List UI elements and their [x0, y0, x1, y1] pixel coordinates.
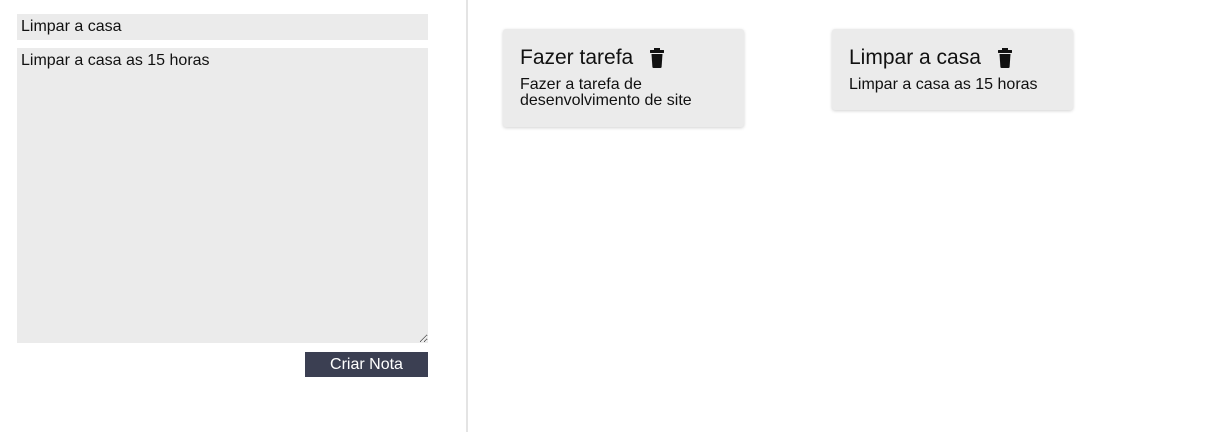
note-title: Fazer tarefa	[520, 46, 634, 69]
note-header: Limpar a casa	[849, 45, 1057, 71]
note-body-textarea[interactable]: Limpar a casa as 15 horas	[17, 48, 428, 343]
note-card: Fazer tarefa Fazer a tarefa de desenvolv…	[503, 29, 744, 127]
note-title: Limpar a casa	[849, 46, 981, 69]
trash-icon[interactable]	[997, 48, 1013, 68]
note-header: Fazer tarefa	[520, 45, 728, 71]
note-form-panel: Limpar a casa as 15 horas Criar Nota	[0, 0, 468, 432]
trash-icon[interactable]	[649, 48, 665, 68]
notes-app: Limpar a casa as 15 horas Criar Nota Faz…	[0, 0, 1232, 432]
note-card: Limpar a casa Limpar a casa as 15 horas	[832, 29, 1073, 110]
note-title-input[interactable]	[17, 14, 428, 40]
note-body: Limpar a casa as 15 horas	[849, 76, 1038, 93]
note-body: Fazer a tarefa de desenvolvimento de sit…	[520, 76, 692, 109]
create-note-button[interactable]: Criar Nota	[305, 352, 428, 377]
